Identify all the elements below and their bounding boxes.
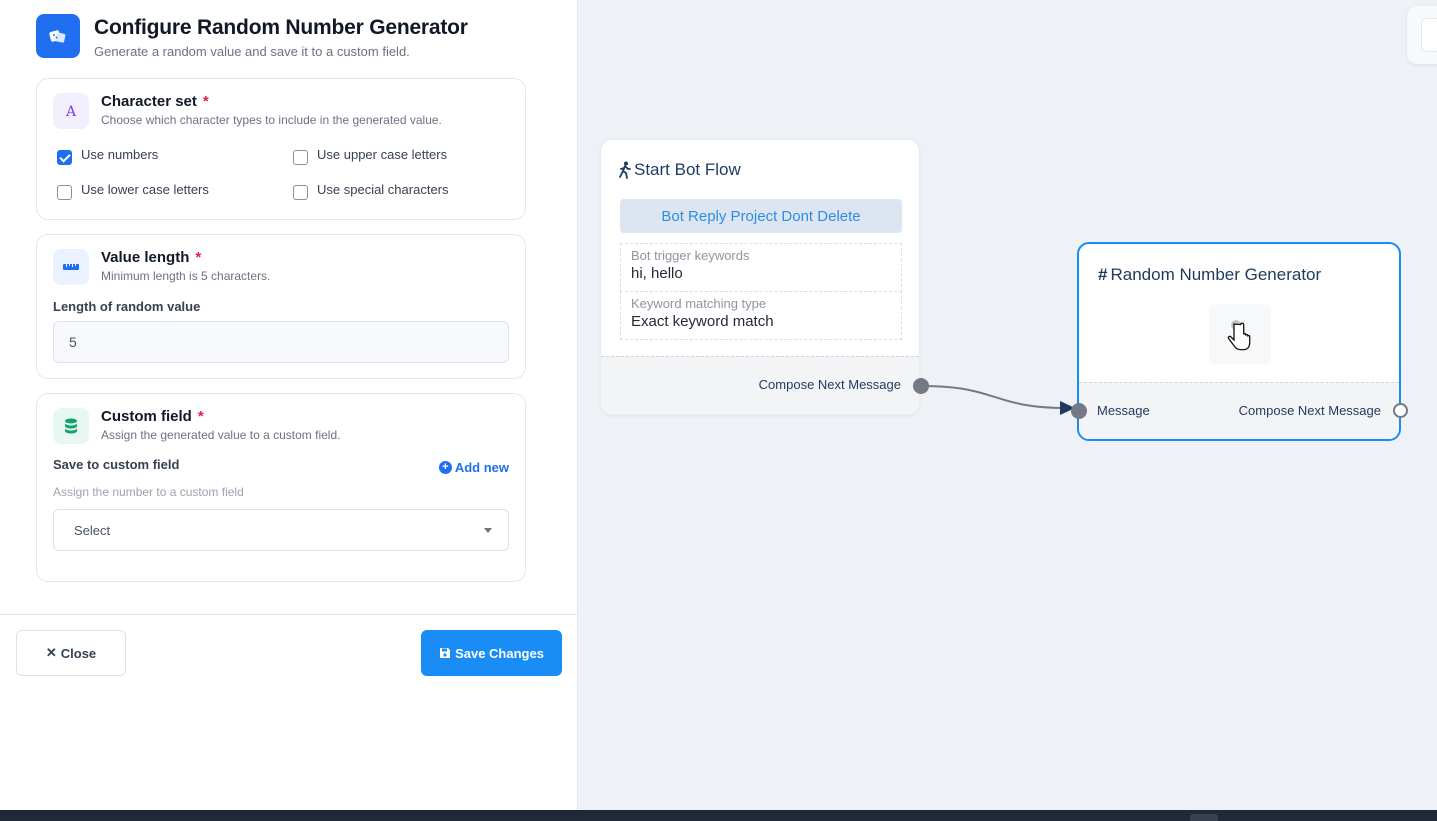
page-title: Configure Random Number Generator	[94, 16, 468, 39]
project-badge: Bot Reply Project Dont Delete	[620, 199, 902, 233]
use-special-characters-checkbox[interactable]	[293, 185, 308, 200]
dice-icon	[36, 14, 80, 58]
taskbar	[0, 810, 1437, 821]
hand-cursor-icon	[1225, 318, 1255, 361]
matching-type-box: Keyword matching type Exact keyword matc…	[620, 291, 902, 340]
close-label: Close	[60, 645, 97, 661]
taskbar-item[interactable]	[1190, 814, 1218, 821]
custom-field-description: Assign the generated value to a custom f…	[101, 428, 341, 442]
start-node-footer: Compose Next Message	[601, 356, 919, 414]
rng-node-footer: Message Compose Next Message	[1079, 382, 1399, 439]
trigger-keywords-box: Bot trigger keywords hi, hello	[620, 243, 902, 292]
custom-field-hint: Assign the number to a custom field	[53, 485, 244, 499]
add-new-label: Add new	[454, 460, 509, 475]
use-lower-case-checkbox[interactable]	[57, 185, 72, 200]
hash-icon: #	[1098, 265, 1108, 284]
custom-field-card: Custom field * Assign the generated value…	[36, 393, 526, 582]
start-bot-flow-node[interactable]: Start Bot Flow Bot Reply Project Dont De…	[600, 139, 920, 415]
in-port-label: Message	[1097, 403, 1150, 418]
select-value: Select	[74, 522, 111, 538]
option-label: Use numbers	[81, 147, 159, 162]
custom-field-select[interactable]: Select	[53, 509, 509, 551]
out-port-label: Compose Next Message	[1238, 403, 1381, 418]
config-panel: Configure Random Number Generator Genera…	[0, 0, 578, 810]
walking-person-icon	[619, 161, 631, 179]
caret-down-icon	[484, 528, 492, 533]
collapsed-side-widget[interactable]	[1407, 6, 1437, 64]
option-use-special-characters[interactable]: Use special characters	[293, 182, 449, 200]
custom-field-title: Custom field	[101, 408, 192, 425]
save-to-custom-field-label: Save to custom field	[53, 457, 180, 472]
floppy-disk-icon	[439, 647, 451, 659]
use-numbers-checkbox[interactable]	[57, 150, 72, 165]
character-set-description: Choose which character types to include …	[101, 113, 442, 127]
svg-text:A: A	[65, 104, 77, 119]
trigger-keywords-value: hi, hello	[631, 265, 683, 282]
matching-type-label: Keyword matching type	[631, 296, 767, 311]
rng-node-input-port[interactable]	[1071, 403, 1087, 419]
close-icon: ✕	[45, 645, 57, 660]
required-mark: *	[202, 93, 209, 110]
rng-node-title: Random Number Generator	[1110, 265, 1322, 284]
ruler-icon	[53, 249, 89, 285]
length-field-label: Length of random value	[53, 299, 201, 314]
option-label: Use upper case letters	[317, 147, 448, 162]
character-set-title: Character set	[101, 93, 197, 110]
use-upper-case-checkbox[interactable]	[293, 150, 308, 165]
required-mark: *	[197, 408, 204, 425]
page-subtitle: Generate a random value and save it to a…	[94, 44, 410, 59]
required-mark: *	[195, 249, 202, 266]
plus-circle-icon: +	[438, 461, 452, 474]
save-changes-button[interactable]: Save Changes	[421, 630, 562, 676]
add-new-link[interactable]: + Add new	[438, 460, 509, 475]
option-label: Use lower case letters	[81, 182, 209, 197]
database-icon	[53, 408, 89, 444]
panel-header: Configure Random Number Generator Genera…	[36, 14, 468, 59]
option-use-lower-case[interactable]: Use lower case letters	[57, 182, 209, 200]
value-length-description: Minimum length is 5 characters.	[101, 269, 271, 283]
option-label: Use special characters	[317, 182, 449, 197]
save-changes-label: Save Changes	[455, 645, 544, 661]
close-button[interactable]: ✕ Close	[16, 630, 126, 676]
font-letter-icon: A	[53, 93, 89, 129]
length-input[interactable]	[53, 321, 509, 363]
value-length-title: Value length	[101, 249, 190, 266]
chevron-left-icon[interactable]	[1421, 18, 1437, 52]
option-use-upper-case[interactable]: Use upper case letters	[293, 147, 448, 165]
out-port-label: Compose Next Message	[758, 377, 901, 392]
value-length-card: Value length * Minimum length is 5 charac…	[36, 234, 526, 379]
footer-divider	[0, 614, 578, 615]
rng-node-output-port[interactable]	[1393, 403, 1408, 418]
option-use-numbers[interactable]: Use numbers	[57, 147, 159, 165]
trigger-keywords-label: Bot trigger keywords	[631, 248, 750, 263]
start-node-title: Start Bot Flow	[634, 160, 741, 179]
start-node-output-port[interactable]	[913, 378, 929, 394]
matching-type-value: Exact keyword match	[631, 313, 774, 330]
character-set-card: A Character set * Choose which character …	[36, 78, 526, 220]
